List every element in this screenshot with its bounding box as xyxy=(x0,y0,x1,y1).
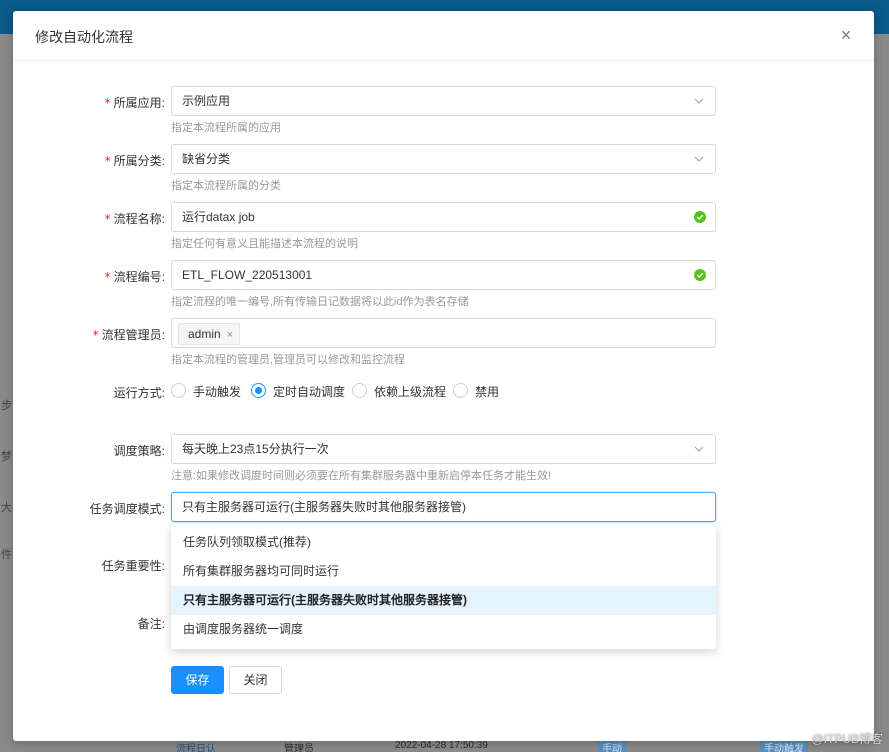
remark-label: 备注: xyxy=(137,617,165,631)
code-input[interactable]: ETL_FLOW_220513001 xyxy=(171,260,716,290)
watermark: @ITPUB博客 xyxy=(811,732,883,746)
dialog-header: 修改自动化流程 × xyxy=(13,11,874,61)
dialog-title: 修改自动化流程 xyxy=(35,29,133,45)
background-row-tag: 手动触发 xyxy=(760,740,808,752)
radio-checked-icon xyxy=(251,383,266,398)
tag-close-icon[interactable]: × xyxy=(227,329,233,341)
check-circle-icon xyxy=(694,269,706,281)
admin-hint: 指定本流程的管理员,管理员可以修改和监控流程 xyxy=(171,354,406,366)
code-input-value: ETL_FLOW_220513001 xyxy=(182,268,313,282)
background-edge-text: 件 xyxy=(1,549,12,561)
background-edge-text: 步 xyxy=(1,400,12,412)
app-select[interactable]: 示例应用 xyxy=(171,86,716,116)
background-row-time: 2022-04-28 17:50:39 xyxy=(395,740,488,751)
app-label: * 所属应用: xyxy=(104,96,165,110)
radio-icon xyxy=(352,383,367,398)
task-mode-label: 任务调度模式: xyxy=(89,502,165,516)
background-table-row: 流程日认 管理员 2022-04-28 17:50:39 手动 手动触发 xyxy=(0,740,889,752)
dropdown-option[interactable]: 任务队列领取模式(推荐) xyxy=(171,528,716,557)
radio-icon xyxy=(171,383,186,398)
chevron-down-icon xyxy=(694,446,704,452)
app-hint: 指定本流程所属的应用 xyxy=(171,122,281,134)
save-button[interactable]: 保存 xyxy=(171,666,224,694)
check-circle-icon xyxy=(694,211,706,223)
admin-label: * 流程管理员: xyxy=(92,328,165,342)
background-edge-text: 梦 xyxy=(1,451,12,463)
background-edge-text: 大 xyxy=(1,502,12,514)
close-icon[interactable]: × xyxy=(836,25,856,45)
app-select-value: 示例应用 xyxy=(182,94,231,108)
code-label: * 流程编号: xyxy=(104,270,165,284)
background-row-owner: 管理员 xyxy=(284,744,314,752)
run-mode-label: 运行方式: xyxy=(113,386,165,400)
admin-select[interactable]: admin × xyxy=(171,318,716,348)
close-button[interactable]: 关闭 xyxy=(229,666,282,694)
name-label: * 流程名称: xyxy=(104,212,165,226)
schedule-label: 调度策略: xyxy=(113,444,165,458)
admin-tag: admin × xyxy=(178,323,241,345)
chevron-down-icon xyxy=(694,98,704,104)
name-hint: 指定任何有意义且能描述本流程的说明 xyxy=(171,238,358,250)
importance-label: 任务重要性: xyxy=(101,559,165,573)
edit-flow-dialog: 修改自动化流程 × * 所属应用: 示例应用 指定本流程所属的应用 * 所属分类: … xyxy=(13,11,874,741)
category-select[interactable]: 缺省分类 xyxy=(171,144,716,174)
category-label: * 所属分类: xyxy=(104,154,165,168)
dropdown-option-selected[interactable]: 只有主服务器可运行(主服务器失败时其他服务器接管) xyxy=(171,586,716,615)
dropdown-option[interactable]: 所有集群服务器均可同时运行 xyxy=(171,557,716,586)
schedule-select-value: 每天晚上23点15分执行一次 xyxy=(182,442,329,456)
category-hint: 指定本流程所属的分类 xyxy=(171,180,281,192)
dropdown-option[interactable]: 由调度服务器统一调度 xyxy=(171,615,716,644)
task-mode-select-value: 只有主服务器可运行(主服务器失败时其他服务器接管) xyxy=(182,500,466,514)
radio-icon xyxy=(453,383,468,398)
task-mode-dropdown: 任务队列领取模式(推荐) 所有集群服务器均可同时运行 只有主服务器可运行(主服务… xyxy=(171,524,716,649)
schedule-warning: 注意:如果修改调度时间则必须要在所有集群服务器中重新启停本任务才能生效! xyxy=(171,470,552,482)
chevron-down-icon xyxy=(694,156,704,162)
name-input-value: 运行datax job xyxy=(182,210,255,224)
code-hint: 指定流程的唯一编号,所有传输日记数据将以此id作为表名存储 xyxy=(171,296,469,308)
background-row-tag: 手动 xyxy=(598,740,626,752)
schedule-select[interactable]: 每天晚上23点15分执行一次 xyxy=(171,434,716,464)
background-row-link: 流程日认 xyxy=(176,744,216,752)
category-select-value: 缺省分类 xyxy=(182,152,231,166)
task-mode-select[interactable]: 只有主服务器可运行(主服务器失败时其他服务器接管) xyxy=(171,492,716,522)
name-input[interactable]: 运行datax job xyxy=(171,202,716,232)
